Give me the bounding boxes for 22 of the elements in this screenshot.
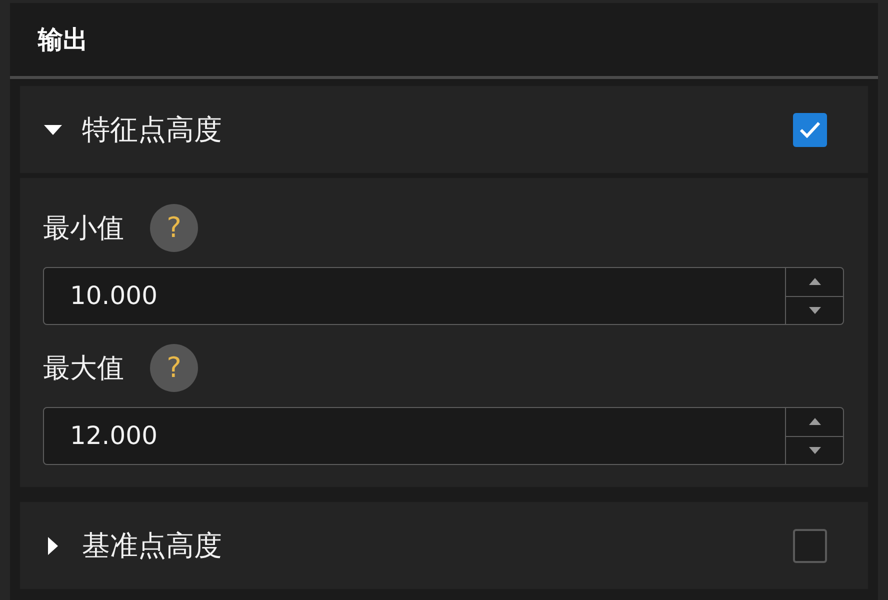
help-icon[interactable]: ? <box>150 344 198 392</box>
section-header[interactable]: 特征点高度 <box>20 86 868 173</box>
panel-title: 输出 <box>38 24 88 56</box>
section-header[interactable]: 基准点高度 <box>20 502 868 589</box>
checkbox[interactable] <box>793 528 827 562</box>
input-value: 12.000 <box>69 420 158 452</box>
number-input[interactable]: 10.000 <box>43 267 844 325</box>
input-value: 10.000 <box>69 280 158 312</box>
number-input[interactable]: 12.000 <box>43 407 844 465</box>
caret-up-icon <box>808 278 820 286</box>
section-title: 基准点高度 <box>82 532 222 560</box>
caret-down-icon[interactable] <box>44 124 62 134</box>
caret-down-icon <box>808 446 820 454</box>
checkbox[interactable] <box>793 112 827 146</box>
caret-up-icon <box>808 418 820 426</box>
caret-down-icon <box>808 306 820 314</box>
field-label: 最小值 <box>43 214 124 242</box>
check-icon <box>799 121 821 138</box>
section-title: 特征点高度 <box>82 116 222 144</box>
caret-right-icon[interactable] <box>48 536 58 554</box>
field-label: 最大值 <box>43 354 124 382</box>
help-icon[interactable]: ? <box>150 204 198 252</box>
